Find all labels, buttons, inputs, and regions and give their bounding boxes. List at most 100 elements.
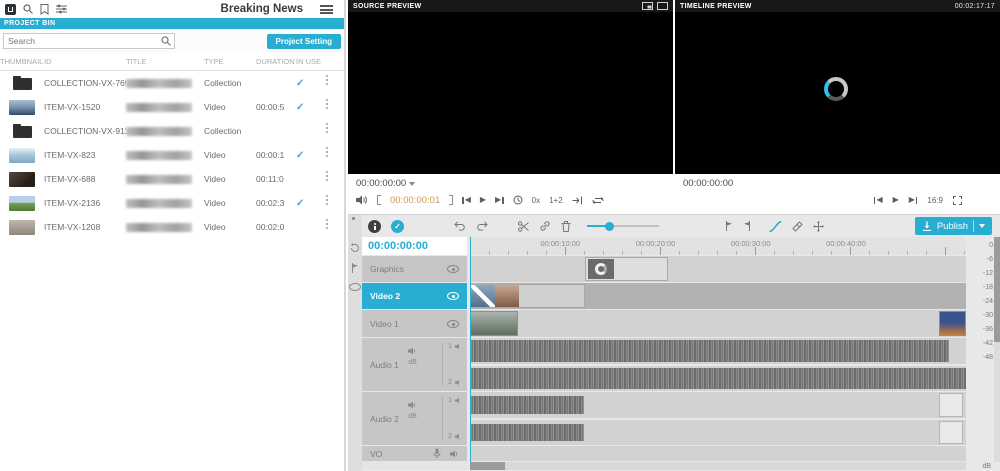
track-header-graphics[interactable]: Graphics <box>362 256 467 282</box>
info-button[interactable] <box>368 220 381 233</box>
marker-in-icon[interactable] <box>725 221 733 231</box>
audio-waveform[interactable] <box>470 340 949 362</box>
previous-frame-button[interactable] <box>462 196 471 204</box>
expand-icon[interactable] <box>657 2 668 10</box>
vertical-scrollbar[interactable] <box>994 237 1000 462</box>
video-clip[interactable] <box>470 284 585 308</box>
audio-channels[interactable]: 1+2 <box>549 196 563 205</box>
graphics-clip-thumbnail <box>588 259 614 279</box>
previous-frame-button[interactable] <box>874 196 883 204</box>
playback-speed: 0x <box>532 196 540 205</box>
play-button[interactable] <box>480 196 486 204</box>
razor-icon[interactable] <box>792 221 803 232</box>
zoom-slider-knob[interactable] <box>605 222 614 231</box>
graphics-clip[interactable] <box>585 257 668 281</box>
vertical-scrollbar-thumb[interactable] <box>994 237 1000 342</box>
speaker-icon[interactable] <box>455 379 462 386</box>
next-frame-button[interactable] <box>495 196 504 204</box>
volume-icon[interactable] <box>356 195 368 205</box>
history-icon[interactable] <box>350 243 360 253</box>
publish-button[interactable]: Publish <box>915 217 992 235</box>
undo-icon[interactable] <box>454 221 466 232</box>
horizontal-scrollbar[interactable] <box>470 462 966 470</box>
item-type: Video <box>204 150 256 160</box>
table-row[interactable]: ITEM-VX-688 Video 00:11:0 <box>0 167 344 191</box>
trash-icon[interactable] <box>561 221 571 232</box>
pip-icon[interactable] <box>642 2 653 10</box>
table-row[interactable]: ITEM-VX-1520 Video 00:00:5 ✓ <box>0 95 344 119</box>
table-row[interactable]: ITEM-VX-1208 Video 00:02:0 <box>0 215 344 239</box>
db-scale-label: -6 <box>968 253 993 267</box>
search-icon[interactable] <box>161 36 171 46</box>
audio-waveform[interactable] <box>470 396 584 414</box>
playhead[interactable] <box>470 237 471 462</box>
source-preview-screen[interactable] <box>348 12 673 174</box>
speaker-icon[interactable] <box>408 401 417 409</box>
horizontal-scrollbar-thumb[interactable] <box>470 462 505 470</box>
marker-flag-icon[interactable] <box>351 263 359 273</box>
track-visibility-toggle[interactable] <box>447 320 459 328</box>
marker-out-icon[interactable] <box>743 221 751 231</box>
audio-waveform[interactable] <box>470 424 584 442</box>
ruler-label: 00:00:10:00 <box>540 239 580 248</box>
aspect-ratio-toggle[interactable]: 16:9 <box>927 196 943 205</box>
speaker-icon[interactable] <box>455 433 462 440</box>
audio-waveform[interactable] <box>470 368 966 390</box>
kebab-icon <box>326 99 328 101</box>
play-button[interactable] <box>893 196 899 204</box>
mark-out-icon[interactable] <box>449 195 453 205</box>
preview-area: SOURCE PREVIEW 00:00:00:00 00:00:00:01 <box>348 0 1000 212</box>
next-frame-button[interactable] <box>909 196 918 204</box>
timeline-body: 00:00:00:00 00:00:10:00 00:00:20:00 00:0… <box>362 237 1000 471</box>
video-clip[interactable] <box>939 311 966 336</box>
track-visibility-toggle[interactable] <box>447 265 459 273</box>
track-header-audio2[interactable]: Audio 2 dB 1 2 <box>362 392 467 445</box>
item-type: Collection <box>204 126 256 136</box>
track-header-video2[interactable]: Video 2 <box>362 283 467 309</box>
loop-icon[interactable] <box>592 196 604 205</box>
project-setting-button[interactable]: Project Setting <box>267 34 341 49</box>
timeline-preview-screen[interactable] <box>675 12 1000 174</box>
visibility-icon[interactable] <box>349 283 361 291</box>
table-row[interactable]: ITEM-VX-823 Video 00:00:1 ✓ <box>0 143 344 167</box>
audio-clip[interactable] <box>939 393 963 417</box>
track-header-vo[interactable]: VO <box>362 446 467 461</box>
redo-icon[interactable] <box>476 221 488 232</box>
link-icon[interactable] <box>539 220 551 232</box>
microphone-icon[interactable] <box>433 448 441 459</box>
table-row[interactable]: COLLECTION-VX-769 Collection ✓ <box>0 71 344 95</box>
speed-clock-icon[interactable] <box>513 195 523 205</box>
send-to-timeline-icon[interactable] <box>572 196 583 205</box>
move-tool-icon[interactable] <box>813 221 824 232</box>
speaker-icon[interactable] <box>455 397 462 404</box>
col-id: ID <box>44 57 126 66</box>
publish-dropdown-caret-icon[interactable] <box>979 224 985 228</box>
chevron-down-icon[interactable] <box>409 182 415 186</box>
table-row[interactable]: COLLECTION-VX-911 Collection <box>0 119 344 143</box>
timeline-ruler[interactable]: 00:00:10:00 00:00:20:00 00:00:30:00 00:0… <box>470 237 966 255</box>
search-icon[interactable] <box>23 4 33 14</box>
cut-scissors-icon[interactable] <box>518 221 529 232</box>
menu-icon[interactable] <box>320 5 333 14</box>
mark-in-icon[interactable] <box>377 195 381 205</box>
video-clip[interactable] <box>470 311 518 336</box>
track-header-video1[interactable]: Video 1 <box>362 310 467 337</box>
bookmark-icon[interactable] <box>40 4 49 15</box>
speaker-icon[interactable] <box>450 450 459 458</box>
filter-sliders-icon[interactable] <box>56 4 67 14</box>
speaker-icon[interactable] <box>455 343 462 350</box>
track-header-audio1[interactable]: Audio 1 dB 1 2 <box>362 338 467 391</box>
table-row[interactable]: ITEM-VX-2136 Video 00:02:3 ✓ <box>0 191 344 215</box>
speaker-icon[interactable] <box>408 347 417 355</box>
zoom-slider[interactable] <box>587 220 659 232</box>
app-logo-icon[interactable] <box>5 4 16 15</box>
item-type: Video <box>204 102 256 112</box>
item-duration: 00:02:3 <box>256 198 296 208</box>
audio-clip[interactable] <box>939 421 963 445</box>
fullscreen-icon[interactable] <box>953 196 962 205</box>
approve-button[interactable] <box>391 220 404 233</box>
fade-curve-icon[interactable] <box>769 221 782 232</box>
track-visibility-toggle[interactable] <box>447 292 459 300</box>
track-lane-video1 <box>470 310 966 337</box>
search-input[interactable] <box>4 36 161 46</box>
